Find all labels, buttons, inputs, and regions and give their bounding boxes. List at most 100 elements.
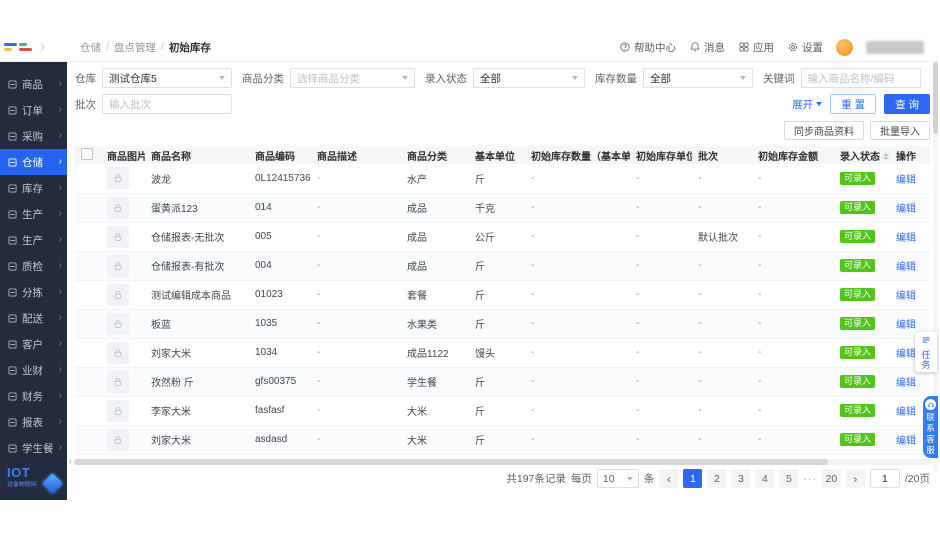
select-all-checkbox[interactable] xyxy=(81,147,93,160)
cell-name: 测试编辑成本商品 xyxy=(151,291,231,302)
filter-select-warehouse[interactable]: 测试仓库5 xyxy=(102,68,232,88)
sync-products-button[interactable]: 同步商品资料 xyxy=(784,121,864,140)
sidebar-item-production[interactable]: 生产 › xyxy=(0,201,67,227)
reset-button[interactable]: 重 置 xyxy=(830,94,877,114)
edit-link[interactable]: 编辑 xyxy=(896,407,916,418)
sort-icon[interactable] xyxy=(883,153,889,161)
edit-link[interactable]: 编辑 xyxy=(896,175,916,186)
cell-init_amount: - xyxy=(758,260,762,271)
scrollbar-track[interactable] xyxy=(74,458,931,465)
cell-desc: - xyxy=(317,376,321,387)
page-button-3[interactable]: 3 xyxy=(731,469,751,488)
column-header-status[interactable]: 录入状态 xyxy=(834,146,890,164)
breadcrumb-item[interactable]: 盘点管理 xyxy=(114,40,156,55)
sidebar-item-sorting[interactable]: 分拣 › xyxy=(0,279,67,305)
filter-label-keyword: 关键词 xyxy=(763,72,795,85)
expand-toggle[interactable]: 展开 xyxy=(792,97,823,112)
edit-link[interactable]: 编辑 xyxy=(896,320,916,331)
page-button-5[interactable]: 5 xyxy=(779,469,799,488)
filter-select-stock-qty[interactable]: 全部 xyxy=(643,68,753,88)
filter-input-keyword[interactable]: 输入商品名称/编码 xyxy=(800,68,921,88)
sidebar-item-goods[interactable]: 商品 › xyxy=(0,71,67,97)
sidebar-item-business-finance[interactable]: 业财 › xyxy=(0,357,67,383)
user-avatar[interactable] xyxy=(836,38,853,56)
prev-page-button[interactable]: ‹ xyxy=(659,469,679,488)
table-row: 仓储报表-有批次 004 - 成品 斤 - - - - 可录入 编辑 xyxy=(75,251,930,281)
header-action-bell[interactable]: 消息 xyxy=(689,40,725,55)
page-button-1[interactable]: 1 xyxy=(683,469,703,488)
cell-code: 005 xyxy=(255,231,272,242)
header-action-help[interactable]: 帮助中心 xyxy=(619,40,676,55)
business-finance-icon xyxy=(8,365,17,375)
goods-icon xyxy=(8,79,17,89)
sidebar-item-inventory[interactable]: 库存 › xyxy=(0,175,67,201)
table-row: 李家大米 fasfasf - 大米 斤 - - - - 可录入 编辑 xyxy=(75,396,930,426)
edit-link[interactable]: 编辑 xyxy=(896,262,916,273)
customer-service-button[interactable]: 联系客服 xyxy=(923,396,938,458)
sidebar-item-label: 采购 xyxy=(22,130,43,143)
task-float-button[interactable]: 任务 xyxy=(915,332,937,372)
horizontal-scrollbar[interactable]: ‹ › xyxy=(69,457,936,466)
filter-select-entry-status[interactable]: 全部 xyxy=(473,68,585,88)
cell-init_qty: - xyxy=(531,405,535,416)
sidebar-item-label: 生产 xyxy=(22,208,43,221)
customer-service-label: 联系客服 xyxy=(926,412,935,455)
vertical-scrollbar-thumb[interactable] xyxy=(933,62,938,134)
chevron-down-icon xyxy=(572,76,578,80)
edit-link[interactable]: 编辑 xyxy=(896,233,916,244)
page-button-20[interactable]: 20 xyxy=(821,469,841,488)
batch-import-button[interactable]: 批量导入 xyxy=(870,121,930,140)
column-header-init_unit: 初始库存单位 xyxy=(630,146,692,164)
column-label: 商品分类 xyxy=(407,151,447,163)
page-button-4[interactable]: 4 xyxy=(755,469,775,488)
sidebar-item-report[interactable]: 报表 › xyxy=(0,409,67,435)
sidebar-item-customer[interactable]: 客户 › xyxy=(0,331,67,357)
product-image-placeholder-icon xyxy=(114,348,122,357)
sidebar-item-student-meal[interactable]: 学生餐 › xyxy=(0,435,67,461)
sidebar-item-warehouse[interactable]: 仓储 › xyxy=(0,149,67,175)
next-page-button[interactable]: › xyxy=(845,469,865,488)
user-name-blurred[interactable] xyxy=(866,40,924,54)
app-logo[interactable] xyxy=(0,42,67,52)
edit-link[interactable]: 编辑 xyxy=(896,378,916,389)
status-badge: 可录入 xyxy=(840,288,876,301)
sidebar-item-delivery[interactable]: 配送 › xyxy=(0,305,67,331)
sidebar-item-order[interactable]: 订单 › xyxy=(0,97,67,123)
sidebar-item-quality[interactable]: 质检 › xyxy=(0,253,67,279)
cell-desc: - xyxy=(317,318,321,329)
chevron-right-icon: › xyxy=(58,390,62,401)
scrollbar-thumb[interactable] xyxy=(74,458,829,465)
cell-init_qty: - xyxy=(531,318,535,329)
breadcrumb-item[interactable]: 仓储 xyxy=(80,40,101,55)
sidebar-item-purchase[interactable]: 采购 › xyxy=(0,123,67,149)
edit-link[interactable]: 编辑 xyxy=(896,349,916,360)
column-header-name: 商品名称 xyxy=(145,146,249,164)
page-button-2[interactable]: 2 xyxy=(707,469,727,488)
header-action-apps[interactable]: 应用 xyxy=(738,40,774,55)
product-image-placeholder-icon xyxy=(114,232,122,241)
quality-icon xyxy=(8,261,17,271)
edit-link[interactable]: 编辑 xyxy=(896,204,916,215)
logo-icon xyxy=(4,42,44,52)
sidebar-item-finance[interactable]: 财务 › xyxy=(0,383,67,409)
sidebar-item-label: 分拣 xyxy=(22,286,43,299)
page-total-label: /20页 xyxy=(904,473,930,485)
filter-select-category[interactable]: 选择商品分类 xyxy=(290,68,415,88)
status-badge: 可录入 xyxy=(840,171,876,185)
column-label: 商品名称 xyxy=(151,151,191,163)
product-image-placeholder-icon xyxy=(114,203,122,212)
cell-code: 014 xyxy=(255,202,272,213)
edit-link[interactable]: 编辑 xyxy=(896,291,916,302)
filter-label-stock-qty: 库存数量 xyxy=(595,72,637,85)
search-button[interactable]: 查 询 xyxy=(884,94,930,114)
per-page-select[interactable]: 10 xyxy=(596,469,639,488)
status-badge: 可录入 xyxy=(840,201,876,214)
filter-input-batch[interactable]: 输入批次 xyxy=(102,94,232,114)
page-jump-input[interactable] xyxy=(869,469,900,488)
sidebar-item-production-2[interactable]: 生产 › xyxy=(0,227,67,253)
edit-link[interactable]: 编辑 xyxy=(896,436,916,447)
header-action-gear[interactable]: 设置 xyxy=(787,40,823,55)
chevron-down-icon xyxy=(816,102,823,106)
filter-value: 测试仓库5 xyxy=(109,72,157,85)
scroll-left-icon[interactable]: ‹ xyxy=(69,457,72,466)
